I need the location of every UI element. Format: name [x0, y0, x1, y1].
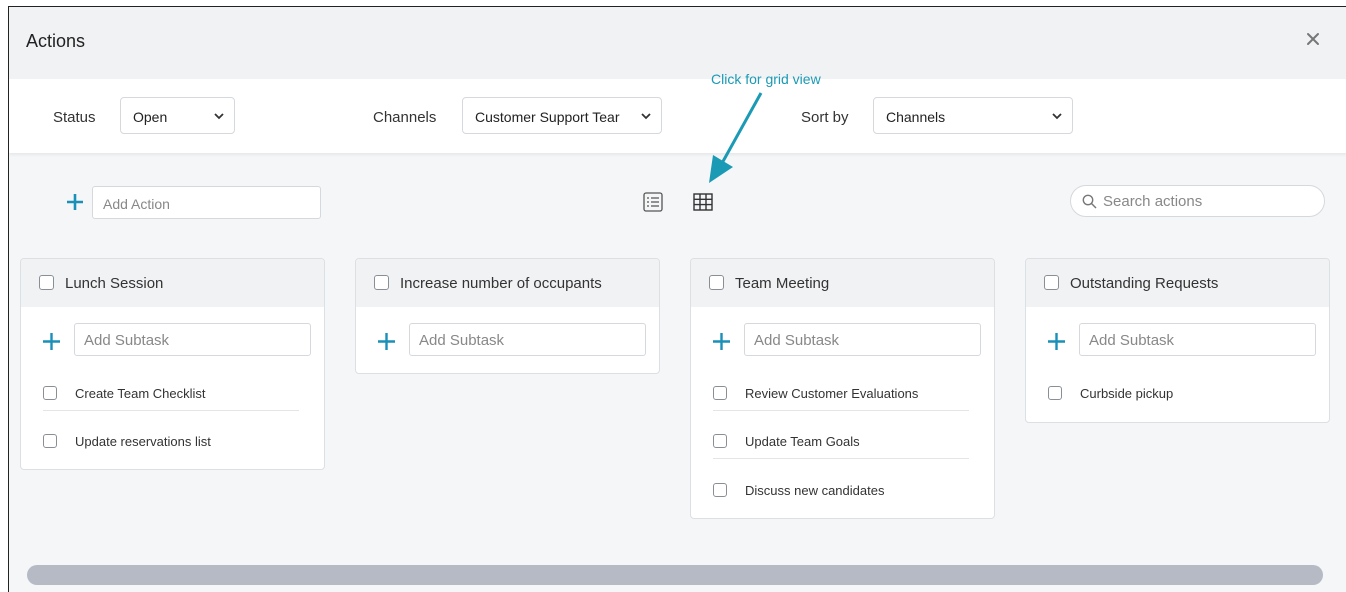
task-item: Update Team Goals — [713, 434, 969, 483]
action-card: Team Meeting Add Subtask Review Customer… — [690, 258, 995, 519]
add-subtask-plus-icon[interactable] — [42, 332, 61, 351]
sort-select[interactable]: Channels — [873, 97, 1073, 134]
dialog-title: Actions — [26, 31, 86, 51]
filter-bar: Status Open Channels Customer Support Te… — [9, 79, 1346, 153]
search-placeholder: Search actions — [1103, 193, 1203, 210]
status-select-value: Open — [133, 109, 168, 125]
dialog-header: Actions — [9, 7, 1346, 79]
horizontal-scrollbar[interactable] — [27, 565, 1323, 585]
search-actions-input[interactable]: Search actions — [1070, 185, 1325, 217]
task-item: Update reservations list — [43, 434, 299, 469]
add-subtask-plus-icon[interactable] — [377, 332, 396, 351]
action-card: Lunch Session Add Subtask Create Team Ch… — [20, 258, 325, 470]
chevron-down-icon — [214, 113, 224, 120]
add-subtask-input[interactable]: Add Subtask — [1079, 323, 1316, 356]
task-divider — [43, 410, 299, 411]
add-subtask-input[interactable]: Add Subtask — [74, 323, 311, 356]
card-header: Increase number of occupants — [356, 259, 659, 307]
add-action-plus-icon[interactable] — [65, 192, 85, 212]
task-checkbox[interactable] — [713, 386, 727, 400]
add-subtask-plus-icon[interactable] — [712, 332, 731, 351]
task-item: Review Customer Evaluations — [713, 386, 969, 435]
card-checkbox[interactable] — [374, 275, 389, 290]
grid-view-icon[interactable] — [692, 191, 714, 213]
task-divider — [713, 410, 969, 411]
status-select[interactable]: Open — [120, 97, 235, 134]
task-checkbox[interactable] — [43, 386, 57, 400]
chevron-down-icon — [1052, 113, 1062, 120]
task-checkbox[interactable] — [713, 434, 727, 448]
task-label: Review Customer Evaluations — [745, 386, 919, 401]
card-checkbox[interactable] — [709, 275, 724, 290]
task-checkbox[interactable] — [713, 483, 727, 497]
sort-select-value: Channels — [886, 109, 946, 125]
close-icon[interactable] — [1302, 28, 1324, 50]
list-view-icon[interactable] — [642, 191, 664, 213]
channels-select[interactable]: Customer Support Tear — [462, 97, 662, 134]
hint-arrow-icon — [709, 92, 763, 183]
card-header: Team Meeting — [691, 259, 994, 307]
task-divider — [713, 458, 969, 459]
task-item: Discuss new candidates — [713, 483, 969, 518]
card-checkbox[interactable] — [39, 275, 54, 290]
card-checkbox[interactable] — [1044, 275, 1059, 290]
task-item: Create Team Checklist — [43, 386, 299, 435]
task-checkbox[interactable] — [43, 434, 57, 448]
card-title: Increase number of occupants — [400, 275, 602, 292]
task-item: Curbside pickup — [1048, 386, 1304, 422]
add-subtask-plus-icon[interactable] — [1047, 332, 1066, 351]
add-action-input[interactable]: Add Action — [92, 186, 321, 219]
task-label: Discuss new candidates — [745, 483, 885, 498]
card-header: Lunch Session — [21, 259, 324, 307]
actions-dialog: Actions Status Open Channels Customer Su… — [8, 6, 1346, 592]
action-card: Increase number of occupants Add Subtask — [355, 258, 660, 374]
card-title: Outstanding Requests — [1070, 275, 1219, 292]
search-icon — [1082, 194, 1097, 209]
card-title: Team Meeting — [735, 275, 830, 292]
chevron-down-icon — [640, 110, 652, 122]
task-label: Create Team Checklist — [75, 386, 206, 401]
action-card: Outstanding Requests Add Subtask Curbsid… — [1025, 258, 1330, 423]
card-header: Outstanding Requests — [1026, 259, 1329, 307]
task-label: Curbside pickup — [1080, 386, 1174, 401]
channels-select-value: Customer Support Tear — [475, 109, 620, 125]
card-title: Lunch Session — [65, 275, 164, 292]
add-subtask-input[interactable]: Add Subtask — [409, 323, 646, 356]
channels-label: Channels — [373, 109, 437, 126]
task-checkbox[interactable] — [1048, 386, 1062, 400]
add-subtask-input[interactable]: Add Subtask — [744, 323, 981, 356]
task-label: Update reservations list — [75, 434, 211, 449]
task-label: Update Team Goals — [745, 434, 860, 449]
status-label: Status — [53, 109, 96, 126]
sort-label: Sort by — [801, 109, 849, 126]
